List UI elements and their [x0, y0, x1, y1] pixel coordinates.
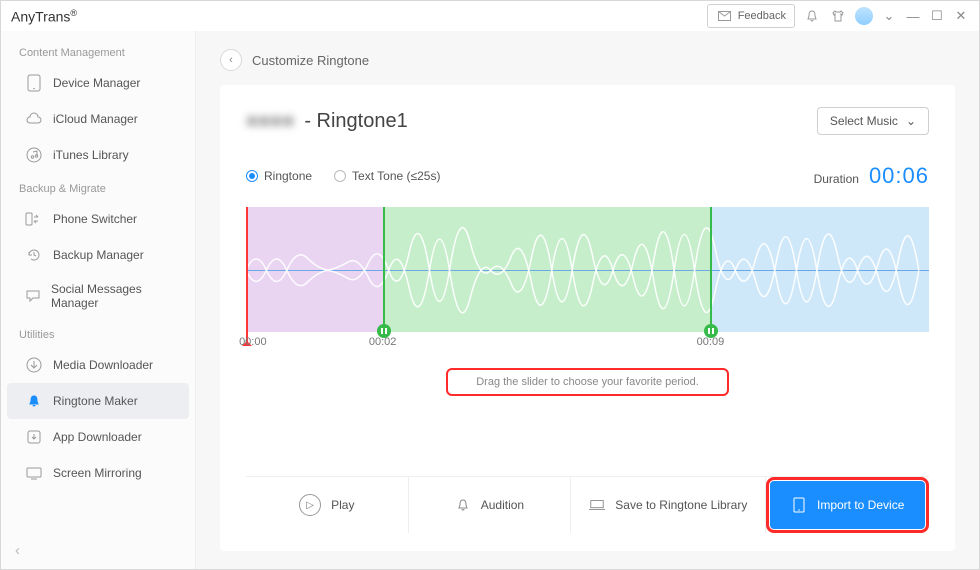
time-sel-start-label: 00:02	[369, 336, 397, 348]
back-button[interactable]: ‹	[220, 49, 242, 71]
action-label: Save to Ringtone Library	[615, 498, 747, 512]
chat-icon	[25, 287, 41, 305]
playhead-marker[interactable]	[246, 207, 248, 344]
radio-ringtone[interactable]: Ringtone	[246, 169, 312, 183]
mirror-icon	[25, 464, 43, 482]
bell-filled-icon	[25, 392, 43, 410]
play-icon: ▷	[299, 494, 321, 516]
selection-start-handle[interactable]	[383, 207, 385, 332]
action-label: Audition	[481, 498, 524, 512]
radio-icon	[334, 170, 346, 182]
envelope-icon	[716, 7, 734, 25]
sidebar-item-label: App Downloader	[53, 430, 142, 444]
breadcrumb: ‹ Customize Ringtone	[196, 31, 979, 85]
time-sel-end-label: 00:09	[697, 336, 725, 348]
sidebar-item-label: Screen Mirroring	[53, 466, 142, 480]
download-circle-icon	[25, 356, 43, 374]
sidebar-item-itunes-library[interactable]: iTunes Library	[7, 137, 189, 173]
sidebar-item-icloud-manager[interactable]: iCloud Manager	[7, 101, 189, 137]
cloud-icon	[25, 110, 43, 128]
app-brand: AnyTrans®	[11, 8, 77, 25]
avatar[interactable]	[855, 7, 873, 25]
music-note-circle-icon	[25, 146, 43, 164]
close-button[interactable]: ✕	[953, 8, 969, 24]
waveform-icon	[246, 207, 929, 334]
select-music-button[interactable]: Select Music ⌄	[817, 107, 929, 135]
save-library-button[interactable]: Save to Ringtone Library	[571, 477, 766, 533]
maximize-button[interactable]: ☐	[929, 8, 945, 24]
collapse-sidebar-icon[interactable]: ‹	[15, 542, 20, 559]
sidebar-item-label: Phone Switcher	[53, 212, 137, 226]
feedback-button[interactable]: Feedback	[707, 4, 795, 28]
sidebar-item-social-messages[interactable]: Social Messages Manager	[7, 273, 189, 319]
device-icon	[791, 497, 807, 513]
sidebar-item-backup-manager[interactable]: Backup Manager	[7, 237, 189, 273]
section-utilities: Utilities	[1, 319, 195, 347]
phone-switch-icon	[25, 210, 43, 228]
sidebar-item-device-manager[interactable]: Device Manager	[7, 65, 189, 101]
bell-outline-icon	[455, 497, 471, 513]
sidebar: Content Management Device Manager iCloud…	[1, 31, 196, 569]
hint-box: Drag the slider to choose your favorite …	[446, 368, 729, 396]
sidebar-item-label: Media Downloader	[53, 358, 153, 372]
select-music-label: Select Music	[830, 114, 898, 128]
sidebar-item-label: iCloud Manager	[53, 112, 138, 126]
duration-value: 00:06	[869, 163, 929, 189]
track-title: ■■■■ - Ringtone1	[246, 110, 408, 133]
sidebar-item-ringtone-maker[interactable]: Ringtone Maker	[7, 383, 189, 419]
sidebar-item-media-downloader[interactable]: Media Downloader	[7, 347, 189, 383]
play-button[interactable]: ▷ Play	[246, 477, 409, 533]
waveform-editor[interactable]	[246, 207, 929, 332]
sidebar-item-label: Device Manager	[53, 76, 140, 90]
section-backup-migrate: Backup & Migrate	[1, 173, 195, 201]
time-start-label: 00:00	[239, 336, 267, 348]
phone-rect-icon	[25, 74, 43, 92]
selection-end-handle[interactable]	[710, 207, 712, 332]
bell-icon[interactable]	[803, 7, 821, 25]
section-content-management: Content Management	[1, 37, 195, 65]
radio-texttone[interactable]: Text Tone (≤25s)	[334, 169, 440, 183]
sidebar-item-app-downloader[interactable]: App Downloader	[7, 419, 189, 455]
import-device-button[interactable]: Import to Device	[770, 481, 925, 529]
feedback-label: Feedback	[738, 10, 786, 22]
laptop-icon	[589, 497, 605, 513]
sidebar-item-label: iTunes Library	[53, 148, 129, 162]
minimize-button[interactable]: —	[905, 9, 921, 24]
history-icon	[25, 246, 43, 264]
radio-text: Text Tone (≤25s)	[352, 169, 440, 183]
app-download-icon	[25, 428, 43, 446]
sidebar-item-label: Ringtone Maker	[53, 394, 138, 408]
duration-label: Duration	[814, 172, 859, 186]
page-title: Customize Ringtone	[252, 53, 369, 68]
action-label: Import to Device	[817, 498, 904, 512]
sidebar-item-phone-switcher[interactable]: Phone Switcher	[7, 201, 189, 237]
audition-button[interactable]: Audition	[409, 477, 572, 533]
chevron-down-icon[interactable]: ⌄	[881, 8, 897, 24]
shirt-icon[interactable]	[829, 7, 847, 25]
action-label: Play	[331, 498, 354, 512]
sidebar-item-screen-mirroring[interactable]: Screen Mirroring	[7, 455, 189, 491]
sidebar-item-label: Social Messages Manager	[51, 282, 171, 310]
sidebar-item-label: Backup Manager	[53, 248, 144, 262]
chevron-down-icon: ⌄	[906, 114, 916, 128]
radio-icon	[246, 170, 258, 182]
radio-text: Ringtone	[264, 169, 312, 183]
